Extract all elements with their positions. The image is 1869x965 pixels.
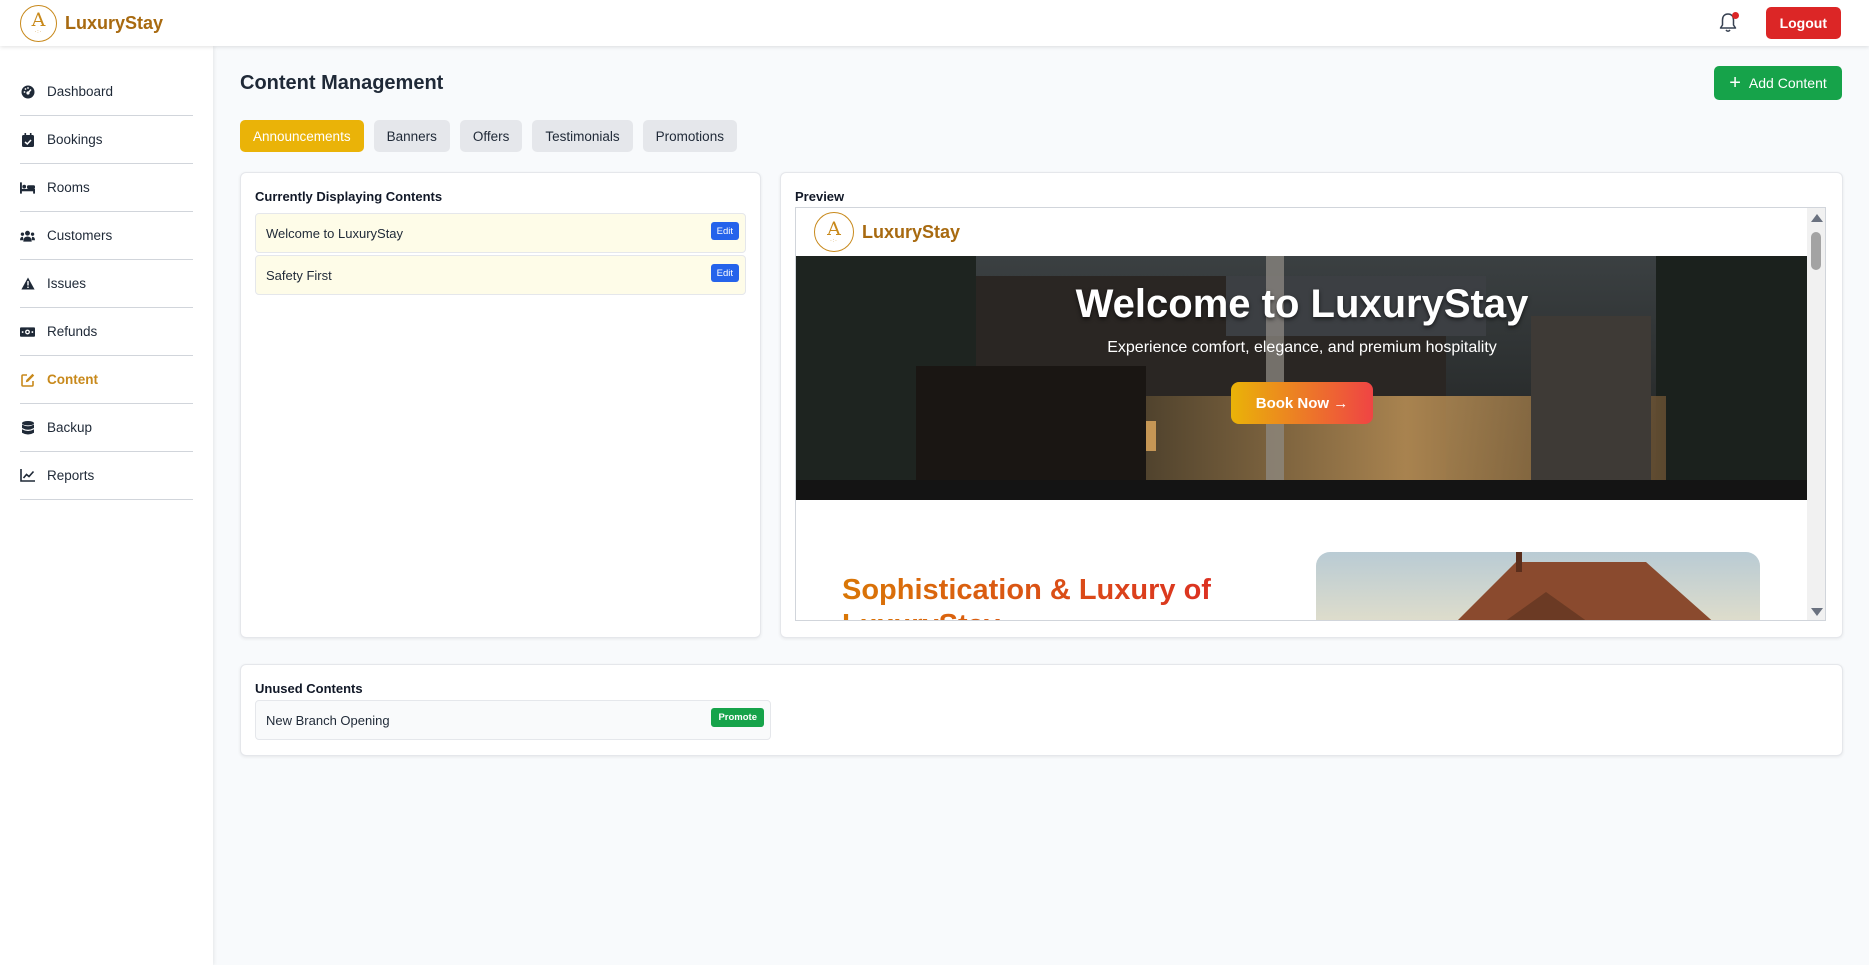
sidebar: Dashboard Bookings Rooms Customers Issue… — [0, 46, 213, 965]
hero-subtitle: Experience comfort, elegance, and premiu… — [1107, 339, 1497, 356]
sidebar-item-label: Bookings — [47, 132, 103, 147]
sidebar-item-label: Dashboard — [47, 84, 114, 99]
hero-text: Welcome to LuxuryStay Experience comfort… — [796, 282, 1808, 357]
preview-logo: A ·:· — [814, 212, 854, 252]
preview-scrollbar[interactable] — [1807, 208, 1825, 620]
brand-name: LuxuryStay — [65, 12, 164, 33]
sidebar-item-content[interactable]: Content — [20, 356, 193, 404]
sidebar-item-bookings[interactable]: Bookings — [20, 116, 193, 164]
tab-announcements[interactable]: Announcements — [240, 120, 364, 152]
sidebar-item-customers[interactable]: Customers — [20, 212, 193, 260]
logout-button[interactable]: Logout — [1765, 7, 1841, 39]
preview-section-title: Sophistication & Luxury of LuxuryStay — [842, 573, 1272, 620]
scroll-up-arrow-icon[interactable] — [1811, 214, 1823, 222]
displaying-contents-card: Currently Displaying Contents Welcome to… — [240, 172, 761, 638]
edit-button[interactable]: Edit — [710, 222, 739, 240]
tab-banners[interactable]: Banners — [373, 120, 450, 152]
promote-button[interactable]: Promote — [711, 708, 764, 727]
page-title: Content Management — [240, 72, 444, 94]
users-icon — [20, 228, 35, 243]
preview-hero: Welcome to LuxuryStay Experience comfort… — [796, 256, 1808, 500]
sidebar-item-refunds[interactable]: Refunds — [20, 308, 193, 356]
sidebar-item-rooms[interactable]: Rooms — [20, 164, 193, 212]
database-icon — [20, 420, 35, 435]
logo: A ·:· — [20, 4, 57, 42]
edit-button[interactable]: Edit — [710, 264, 739, 282]
sidebar-item-dashboard[interactable]: Dashboard — [20, 68, 193, 116]
preview-site-header: A ·:· LuxuryStay — [796, 208, 1808, 256]
hero-title: Welcome to LuxuryStay — [1075, 282, 1529, 326]
tab-promotions[interactable]: Promotions — [642, 120, 737, 152]
sidebar-item-label: Refunds — [47, 324, 98, 339]
preview-brand-name: LuxuryStay — [862, 221, 961, 242]
bed-icon — [20, 180, 35, 195]
sidebar-item-label: Rooms — [47, 180, 90, 195]
preview-card: Preview A ·:· LuxuryStay Welcome to Luxu… — [780, 172, 1843, 638]
tab-testimonials[interactable]: Testimonials — [532, 120, 633, 152]
edit-icon — [20, 372, 35, 387]
content-tabs: Announcements Banners Offers Testimonial… — [240, 120, 747, 152]
logo-letter: A — [31, 8, 46, 31]
notification-dot — [1731, 12, 1739, 19]
unused-contents-card: Unused Contents New Branch Opening Promo… — [240, 664, 1843, 756]
sidebar-item-label: Reports — [47, 468, 95, 483]
sidebar-item-label: Content — [47, 372, 98, 387]
scroll-down-arrow-icon[interactable] — [1811, 608, 1823, 616]
displaying-contents-title: Currently Displaying Contents — [255, 189, 443, 204]
content-title: Welcome to LuxuryStay — [266, 225, 404, 241]
brand[interactable]: A ·:· LuxuryStay — [20, 4, 164, 42]
logo-mark: ·:· — [34, 28, 43, 35]
sidebar-item-backup[interactable]: Backup — [20, 404, 193, 452]
sidebar-item-label: Backup — [47, 420, 93, 435]
top-bar: A ·:· LuxuryStay Logout — [0, 0, 1869, 46]
plus-icon: + — [1729, 72, 1741, 94]
preview-frame[interactable]: A ·:· LuxuryStay Welcome to LuxuryStay E… — [795, 207, 1826, 621]
sidebar-item-label: Issues — [47, 276, 87, 291]
line-chart-icon — [20, 468, 35, 483]
logo-letter: A — [827, 217, 841, 240]
unused-contents-title: Unused Contents — [255, 681, 363, 696]
content-title: New Branch Opening — [266, 712, 390, 728]
tab-offers[interactable]: Offers — [459, 120, 523, 152]
sidebar-item-issues[interactable]: Issues — [20, 260, 193, 308]
sidebar-item-label: Customers — [47, 228, 113, 243]
scroll-thumb[interactable] — [1811, 232, 1821, 270]
add-content-button[interactable]: + Add Content — [1714, 66, 1842, 100]
preview-title: Preview — [795, 189, 845, 204]
logo-mark: ·:· — [830, 237, 838, 244]
money-bill-icon — [20, 324, 35, 339]
warning-triangle-icon — [20, 276, 35, 291]
content-title: Safety First — [266, 267, 332, 283]
list-item[interactable]: New Branch Opening Promote — [255, 700, 771, 740]
notification-bell-icon[interactable] — [1718, 12, 1740, 34]
dashboard-gauge-icon — [20, 84, 35, 99]
list-item[interactable]: Safety First Edit — [255, 255, 746, 295]
preview-house-image — [1316, 552, 1760, 620]
add-content-label: Add Content — [1748, 75, 1827, 91]
calendar-check-icon — [20, 132, 35, 147]
book-now-button[interactable]: Book Now → — [1231, 382, 1373, 424]
list-item[interactable]: Welcome to LuxuryStay Edit — [255, 213, 746, 253]
sidebar-item-reports[interactable]: Reports — [20, 452, 193, 500]
